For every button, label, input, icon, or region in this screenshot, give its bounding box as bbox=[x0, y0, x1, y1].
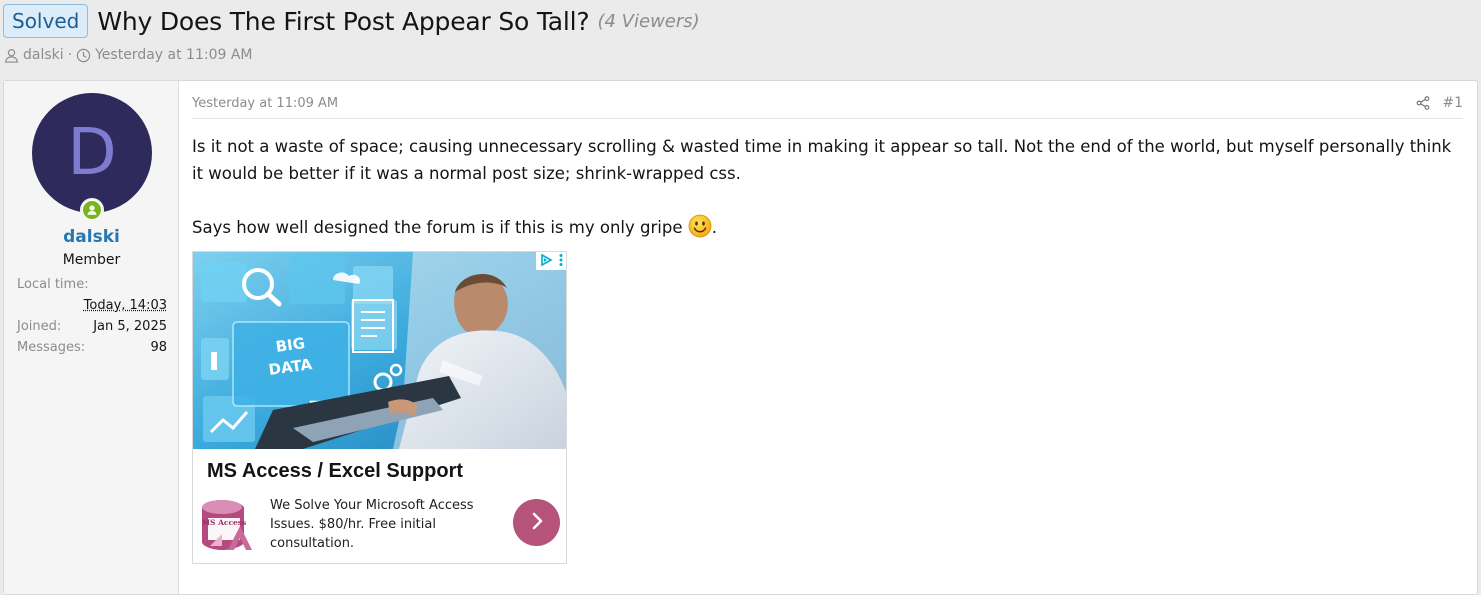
viewers-count[interactable]: (4 Viewers) bbox=[597, 11, 699, 32]
ad-title[interactable]: MS Access / Excel Support bbox=[207, 460, 463, 483]
messages-row: Messages: 98 bbox=[17, 340, 167, 355]
ad-choices[interactable] bbox=[536, 252, 566, 270]
chevron-right-icon bbox=[529, 512, 545, 534]
avatar[interactable]: D bbox=[32, 93, 152, 213]
local-time-row: Local time: bbox=[17, 277, 167, 292]
messages-label: Messages: bbox=[17, 340, 86, 355]
username-link[interactable]: dalski bbox=[4, 227, 179, 247]
post-date-link[interactable]: Yesterday at 11:09 AM bbox=[192, 96, 338, 111]
post-paragraph-2: Says how well designed the forum is if t… bbox=[192, 214, 1463, 241]
share-icon[interactable] bbox=[1416, 96, 1430, 114]
ms-access-logo-icon[interactable]: MS Access bbox=[200, 496, 256, 552]
post-paragraph-1: Is it not a waste of space; causing unne… bbox=[192, 137, 1452, 183]
ad-logo-text: MS Access bbox=[202, 518, 247, 527]
post-paragraph-2-end: . bbox=[711, 218, 717, 237]
thread-date-link[interactable]: Yesterday at 11:09 AM bbox=[95, 47, 252, 63]
thread-title: Why Does The First Post Appear So Tall? bbox=[97, 6, 590, 36]
post-number-link[interactable]: #1 bbox=[1442, 95, 1463, 111]
post-user-cell: D dalski Member Local time: Today, 14:03… bbox=[4, 81, 179, 594]
local-time-label: Local time: bbox=[17, 277, 89, 292]
post-main-cell: Yesterday at 11:09 AM #1 Is it not a was… bbox=[192, 81, 1477, 594]
smile-emoji-icon bbox=[688, 214, 712, 238]
online-status-icon bbox=[80, 198, 104, 222]
meta-separator: · bbox=[67, 47, 73, 63]
joined-label: Joined: bbox=[17, 319, 62, 334]
ad-big-data-image[interactable]: BIG DATA bbox=[193, 252, 566, 449]
ad-choices-icon[interactable] bbox=[539, 252, 553, 271]
thread-title-row: Solved Why Does The First Post Appear So… bbox=[3, 3, 700, 39]
user-icon bbox=[4, 48, 19, 63]
post-body: Is it not a waste of space; causing unne… bbox=[192, 133, 1463, 241]
joined-row: Joined: Jan 5, 2025 bbox=[17, 319, 167, 334]
advertisement[interactable]: BIG DATA MS Access / Excel Support MS Ac… bbox=[192, 251, 567, 564]
post-1: D dalski Member Local time: Today, 14:03… bbox=[3, 80, 1478, 595]
ad-open-button[interactable] bbox=[513, 499, 560, 546]
thread-author-link[interactable]: dalski bbox=[23, 47, 64, 63]
ad-options-icon[interactable] bbox=[559, 252, 563, 271]
joined-value: Jan 5, 2025 bbox=[93, 319, 167, 334]
post-header: Yesterday at 11:09 AM #1 bbox=[192, 95, 1463, 119]
clock-icon bbox=[76, 48, 91, 63]
ad-description[interactable]: We Solve Your Microsoft Access Issues. $… bbox=[270, 496, 490, 553]
user-title: Member bbox=[62, 252, 121, 268]
local-time-value: Today, 14:03 bbox=[83, 298, 167, 313]
solved-prefix-badge[interactable]: Solved bbox=[3, 4, 89, 38]
post-paragraph-2-text: Says how well designed the forum is if t… bbox=[192, 218, 683, 237]
messages-value[interactable]: 98 bbox=[150, 340, 167, 355]
thread-meta: dalski · Yesterday at 11:09 AM bbox=[4, 47, 253, 63]
